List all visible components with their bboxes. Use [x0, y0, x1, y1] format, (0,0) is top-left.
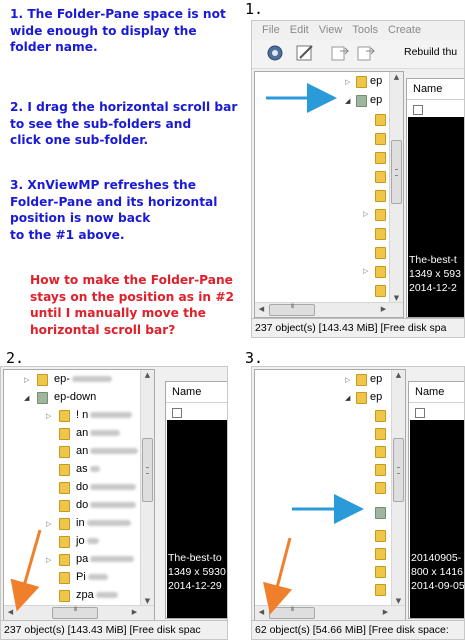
orange-arrow-3: [263, 537, 293, 615]
orange-arrow-2: [10, 529, 42, 612]
annotation-arrows: [10, 83, 364, 615]
